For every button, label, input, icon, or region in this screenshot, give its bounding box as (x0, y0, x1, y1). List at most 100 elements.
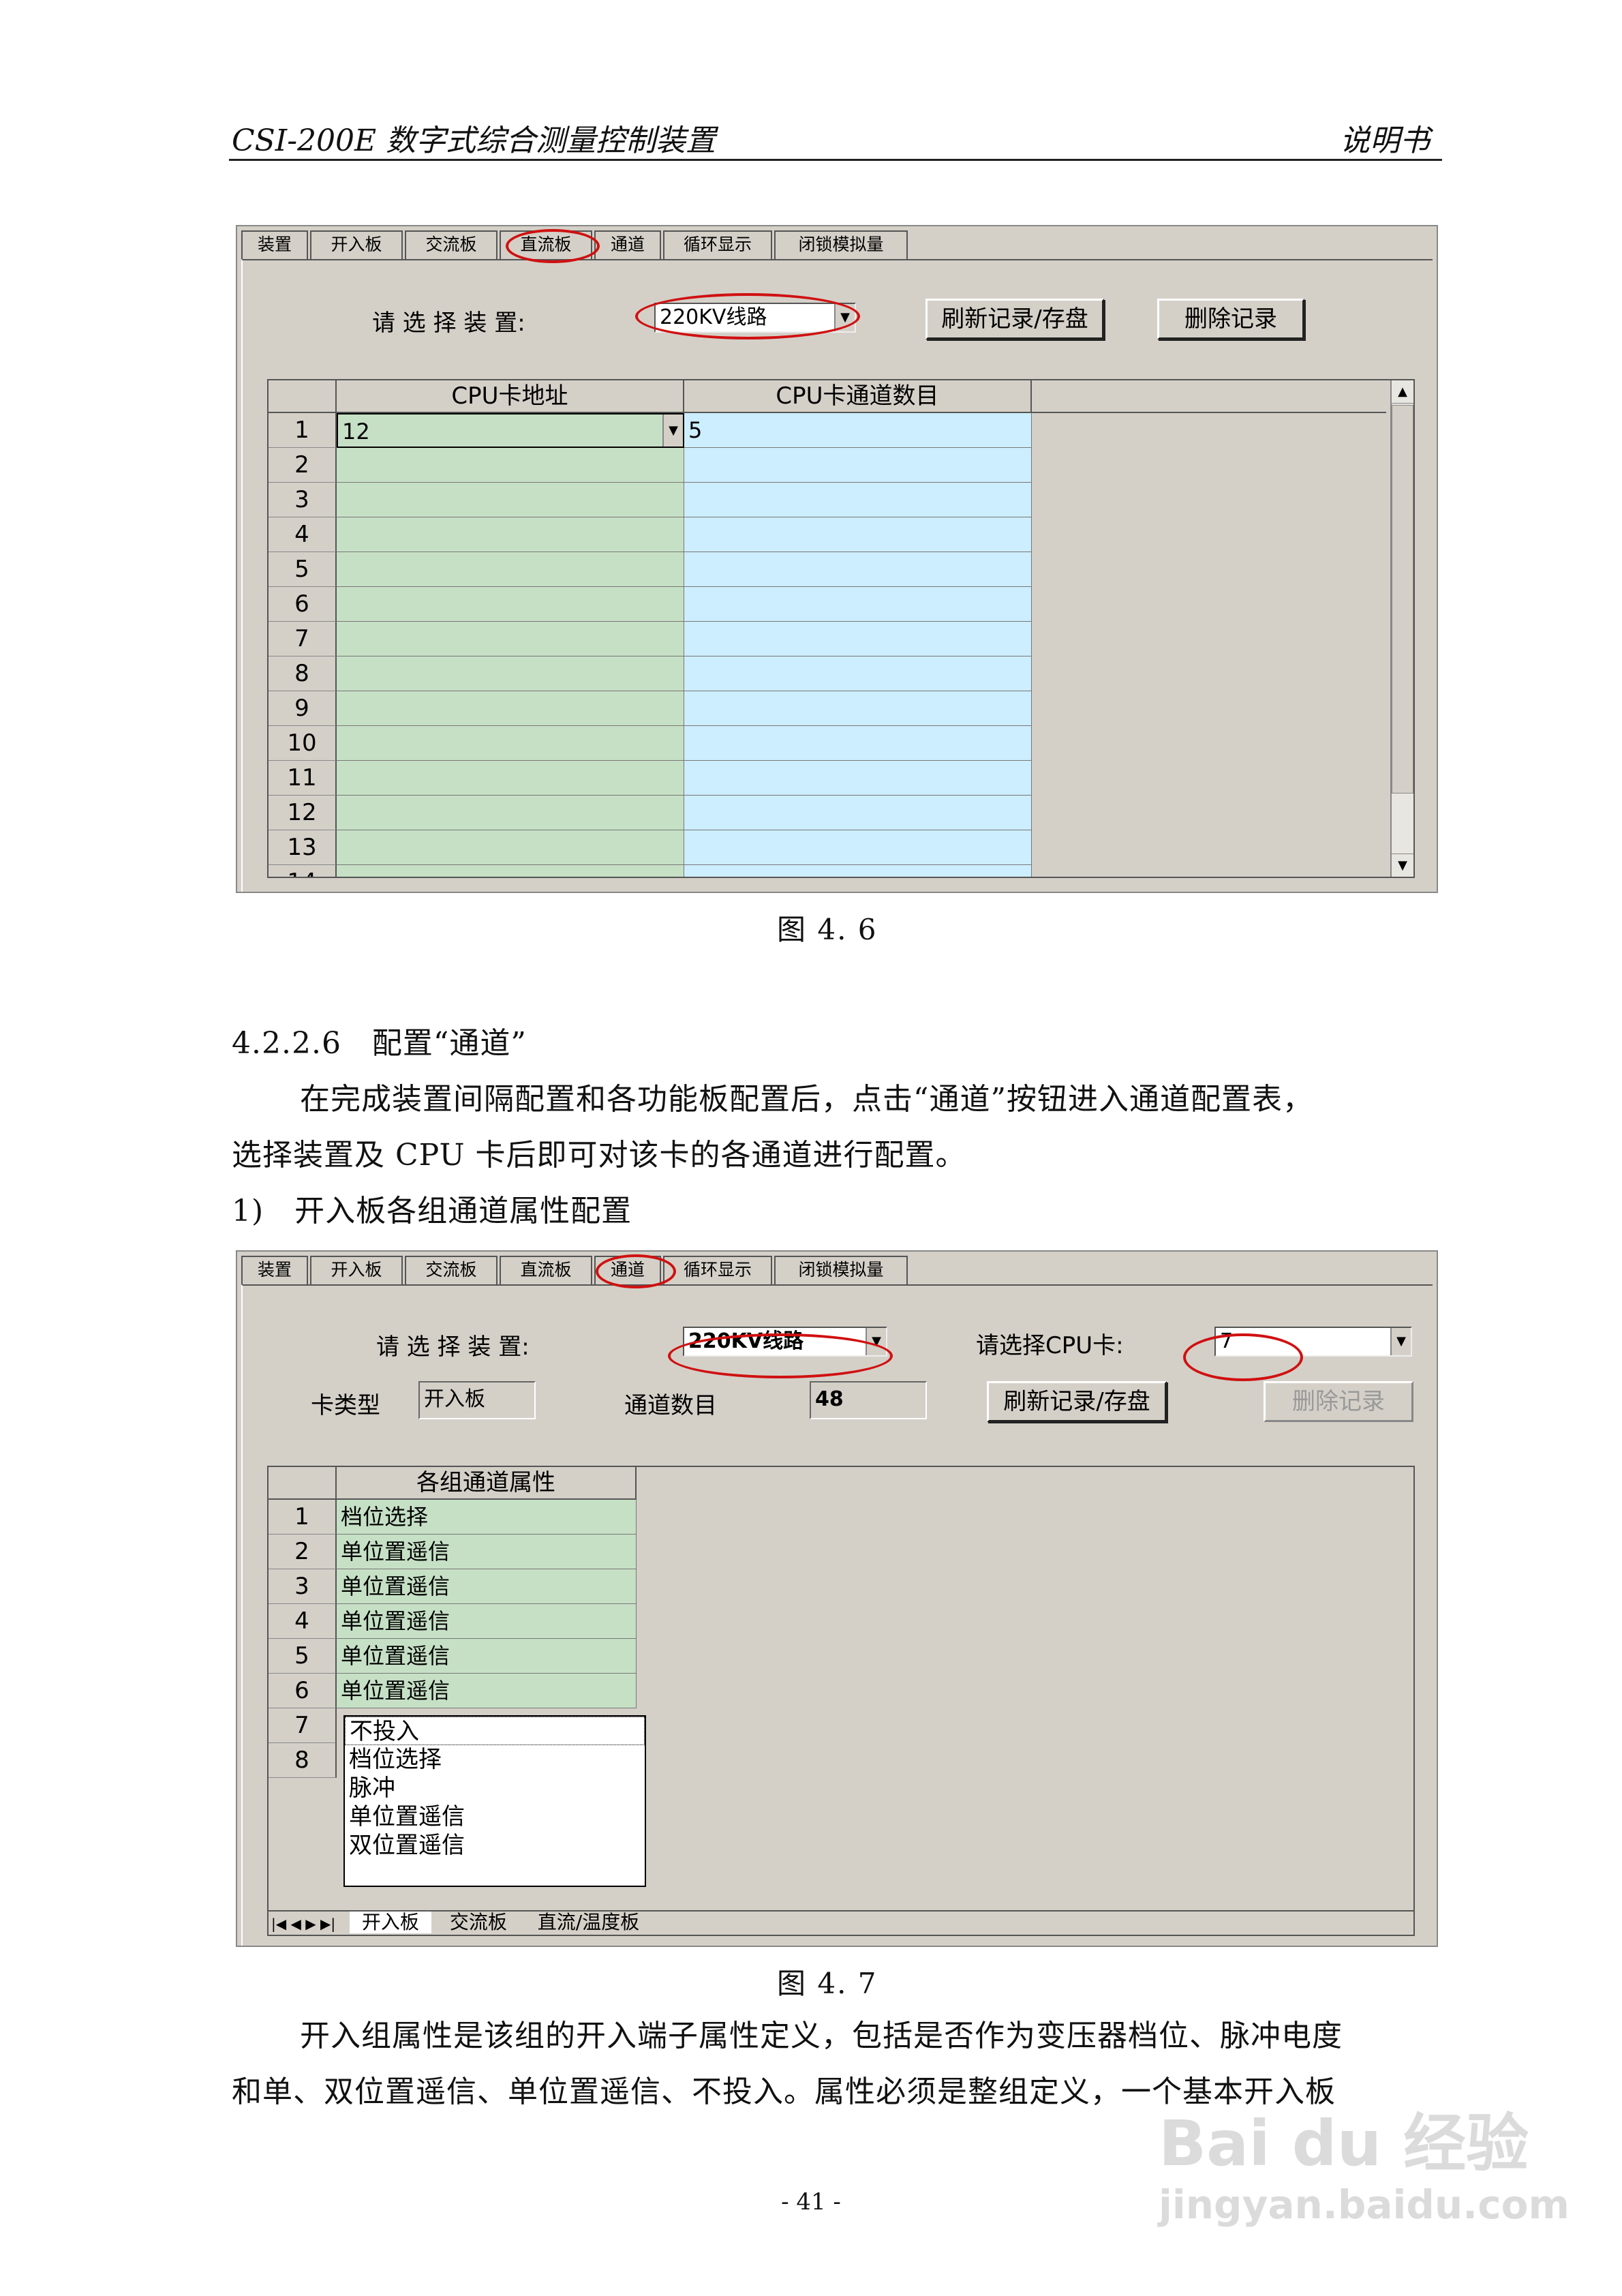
cell-channel-count[interactable]: 5 (684, 413, 1032, 448)
cell-cpu-address[interactable] (337, 448, 684, 483)
tab-lock-analog[interactable]: 闭锁模拟量 (774, 1256, 908, 1284)
delete-record-button[interactable]: 删除记录 (1264, 1381, 1413, 1422)
device-select[interactable]: 220KV线路 ▼ (654, 303, 856, 333)
row-number[interactable]: 8 (269, 1743, 337, 1778)
chevron-down-icon[interactable]: ▼ (834, 304, 855, 331)
card-type-label: 卡类型 (311, 1392, 380, 1419)
row-number[interactable]: 11 (269, 761, 337, 796)
cell-cpu-address[interactable] (337, 796, 684, 830)
refresh-save-button[interactable]: 刷新记录/存盘 (987, 1381, 1167, 1422)
cell-channel-count[interactable] (684, 830, 1032, 865)
row-number[interactable]: 6 (269, 587, 337, 622)
row-number[interactable]: 3 (269, 483, 337, 517)
cell-channel-count[interactable] (684, 761, 1032, 796)
tab-device[interactable]: 装置 (241, 230, 308, 259)
scroll-thumb[interactable] (1392, 405, 1413, 794)
sheet-tab-dc-temp[interactable]: 直流/温度板 (525, 1912, 652, 1933)
cell-cpu-address[interactable] (337, 865, 684, 877)
tab-cycle-display[interactable]: 循环显示 (663, 230, 772, 259)
row-number[interactable]: 7 (269, 622, 337, 656)
dropdown-option[interactable]: 单位置遥信 (345, 1802, 645, 1831)
cell-cpu-address[interactable] (337, 830, 684, 865)
cell-cpu-address[interactable] (337, 691, 684, 726)
scroll-down-icon[interactable]: ▼ (1392, 854, 1413, 877)
row-number[interactable]: 5 (269, 1639, 337, 1674)
attribute-dropdown-list[interactable]: 不投入 档位选择 脉冲 单位置遥信 双位置遥信 (343, 1715, 646, 1887)
column-header-channel-count[interactable]: CPU卡通道数目 (684, 380, 1032, 413)
cell-cpu-address[interactable] (337, 483, 684, 517)
cell-cpu-address[interactable] (337, 622, 684, 656)
cell-channel-count[interactable] (684, 622, 1032, 656)
cell-channel-attribute[interactable]: 单位置遥信 (337, 1674, 637, 1708)
tab-ac-board[interactable]: 交流板 (405, 1256, 498, 1284)
column-header-channel-attribute[interactable]: 各组通道属性 (337, 1467, 637, 1500)
row-number[interactable]: 4 (269, 1604, 337, 1639)
row-number[interactable]: 2 (269, 448, 337, 483)
cell-channel-count[interactable] (684, 865, 1032, 877)
device-select[interactable]: 220KV线路 ▼ (683, 1327, 887, 1357)
cell-cpu-address[interactable] (337, 517, 684, 552)
cell-cpu-address[interactable] (337, 587, 684, 622)
tab-cycle-display[interactable]: 循环显示 (663, 1256, 772, 1284)
cell-channel-count[interactable] (684, 517, 1032, 552)
sheet-nav-icon[interactable]: |◀ ◀ ▶ ▶| (269, 1913, 343, 1935)
cell-channel-attribute[interactable]: 单位置遥信 (337, 1569, 637, 1604)
row-number[interactable]: 3 (269, 1569, 337, 1604)
dropdown-option[interactable]: 脉冲 (345, 1774, 645, 1802)
tab-channel[interactable]: 通道 (594, 1256, 661, 1284)
cell-channel-attribute[interactable]: 单位置遥信 (337, 1604, 637, 1639)
row-number[interactable]: 9 (269, 691, 337, 726)
cell-channel-attribute[interactable]: 单位置遥信 (337, 1535, 637, 1569)
row-number[interactable]: 8 (269, 656, 337, 691)
cell-cpu-address[interactable]: 12 ▼ (337, 413, 684, 448)
row-number[interactable]: 10 (269, 726, 337, 761)
cell-channel-count[interactable] (684, 656, 1032, 691)
refresh-save-button[interactable]: 刷新记录/存盘 (925, 299, 1104, 339)
column-header-cpu-address[interactable]: CPU卡地址 (337, 380, 684, 413)
sheet-tab-ac[interactable]: 交流板 (438, 1912, 519, 1933)
chevron-down-icon[interactable]: ▼ (1390, 1328, 1411, 1355)
cell-cpu-address[interactable] (337, 552, 684, 587)
cpu-select[interactable]: 7 ▼ (1214, 1327, 1412, 1357)
cell-channel-attribute[interactable]: 档位选择 (337, 1500, 637, 1535)
cell-channel-count[interactable] (684, 796, 1032, 830)
row-number[interactable]: 4 (269, 517, 337, 552)
cpu-select-value: 7 (1220, 1329, 1234, 1353)
cell-channel-count[interactable] (684, 726, 1032, 761)
dropdown-option[interactable]: 档位选择 (345, 1745, 645, 1774)
tab-dc-board[interactable]: 直流板 (500, 1256, 592, 1284)
cell-channel-count[interactable] (684, 448, 1032, 483)
chevron-down-icon[interactable]: ▼ (662, 414, 683, 447)
row-number[interactable]: 5 (269, 552, 337, 587)
dropdown-option[interactable]: 不投入 (345, 1717, 645, 1745)
tab-input-board[interactable]: 开入板 (310, 230, 403, 259)
tab-ac-board[interactable]: 交流板 (405, 230, 498, 259)
cell-cpu-address[interactable] (337, 656, 684, 691)
row-number[interactable]: 14 (269, 865, 337, 877)
dropdown-option[interactable]: 双位置遥信 (345, 1831, 645, 1860)
vertical-scrollbar[interactable]: ▲ ▼ (1390, 380, 1413, 877)
tab-lock-analog[interactable]: 闭锁模拟量 (774, 230, 908, 259)
cell-channel-count[interactable] (684, 587, 1032, 622)
tab-input-board[interactable]: 开入板 (310, 1256, 403, 1284)
cell-channel-count[interactable] (684, 552, 1032, 587)
sheet-tab-input[interactable]: 开入板 (349, 1912, 431, 1933)
row-number[interactable]: 6 (269, 1674, 337, 1708)
cell-channel-attribute[interactable]: 单位置遥信 (337, 1639, 637, 1674)
tab-device[interactable]: 装置 (241, 1256, 308, 1284)
chevron-down-icon[interactable]: ▼ (866, 1328, 886, 1355)
tab-channel[interactable]: 通道 (594, 230, 661, 259)
cell-cpu-address[interactable] (337, 761, 684, 796)
row-number[interactable]: 12 (269, 796, 337, 830)
row-number[interactable]: 7 (269, 1708, 337, 1743)
tab-dc-board[interactable]: 直流板 (500, 230, 592, 259)
row-number[interactable]: 1 (269, 413, 337, 448)
scroll-up-icon[interactable]: ▲ (1392, 380, 1413, 404)
delete-record-button[interactable]: 删除记录 (1157, 299, 1304, 339)
cell-channel-count[interactable] (684, 691, 1032, 726)
row-number[interactable]: 2 (269, 1535, 337, 1569)
cell-cpu-address[interactable] (337, 726, 684, 761)
row-number[interactable]: 1 (269, 1500, 337, 1535)
row-number[interactable]: 13 (269, 830, 337, 865)
cell-channel-count[interactable] (684, 483, 1032, 517)
